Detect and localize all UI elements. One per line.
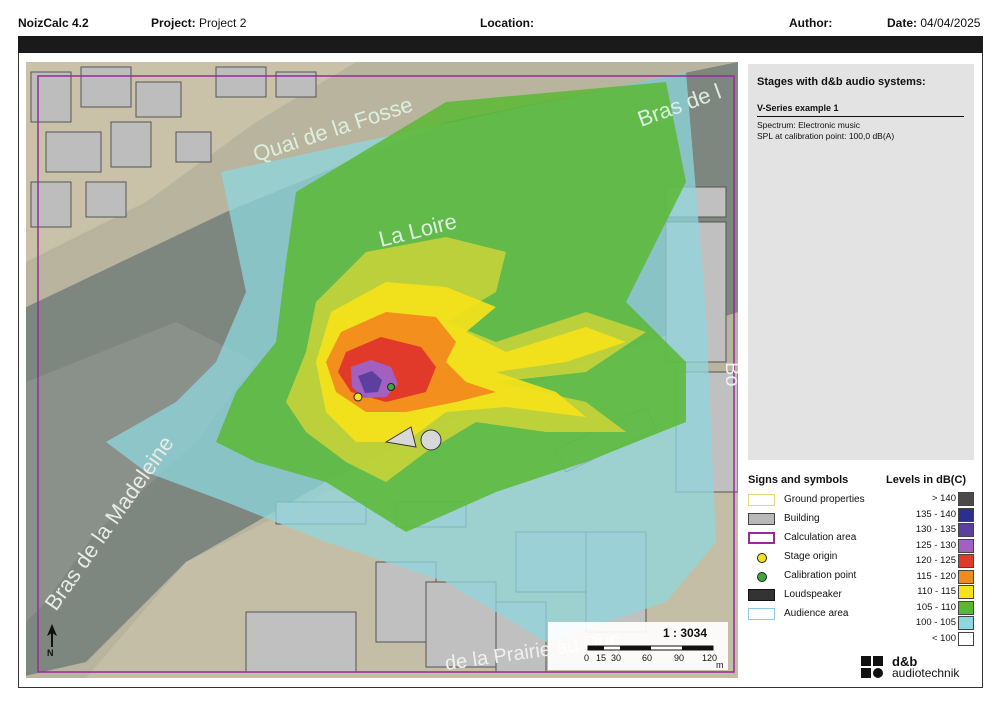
scale-tick: 120 (702, 653, 718, 663)
stage-origin-dot (748, 551, 775, 563)
building-symbol (748, 513, 775, 525)
legend-label: Ground properties (784, 494, 865, 505)
map-canvas: Quai de la Fosse La Loire Bras de la Mad… (26, 62, 738, 678)
signs-legend-title: Signs and symbols (748, 474, 849, 486)
north-arrow-icon: N (47, 624, 57, 658)
scale-tick: 90 (674, 653, 685, 663)
level-swatch (958, 569, 974, 584)
stage-origin-marker[interactable] (353, 392, 363, 402)
level-label: 105 - 110 (916, 601, 956, 613)
level-row: 125 - 130 (900, 538, 980, 553)
stage-spl: SPL at calibration point: 100,0 dB(A) (757, 131, 895, 141)
level-label: < 100 (931, 632, 956, 644)
level-label: 100 - 105 (915, 617, 956, 628)
legend-label: Loudspeaker (784, 589, 842, 600)
legend-label: Calibration point (784, 570, 857, 581)
level-swatch (958, 554, 974, 568)
level-swatch (958, 631, 974, 646)
legend-item-loudspeaker: Loudspeaker (748, 588, 888, 603)
author-field: Author: (789, 16, 833, 30)
legend-item-ground: Ground properties (748, 493, 888, 508)
project-field: Project: Project 2 (151, 16, 247, 30)
level-swatch (958, 538, 974, 553)
header-bar (18, 36, 983, 53)
legend-label: Audience area (784, 608, 849, 619)
scale-bar-graphic (587, 645, 714, 651)
legend-label: Calculation area (784, 532, 857, 543)
level-swatch (958, 600, 974, 615)
legend-label: Building (784, 513, 820, 524)
sound-map[interactable]: Quai de la Fosse La Loire Bras de la Mad… (26, 62, 738, 678)
level-row: 100 - 105 (900, 616, 980, 630)
db-logo-icon (861, 656, 883, 678)
stage-example-name[interactable]: V-Series example 1 (757, 103, 839, 113)
calibration-point-dot (748, 570, 775, 582)
level-swatch (958, 585, 974, 599)
level-row: 120 - 125 (900, 554, 980, 568)
legend-item-calibration: Calibration point (748, 569, 888, 584)
level-swatch (958, 492, 974, 506)
stage-spectrum: Spectrum: Electronic music (757, 120, 860, 130)
north-arrow: N (44, 622, 60, 658)
level-label: 115 - 120 (916, 570, 956, 582)
stage-divider (757, 116, 964, 117)
level-label: > 140 (931, 493, 956, 504)
location-field: Location: (480, 16, 534, 30)
level-swatch (958, 616, 974, 630)
round-structure (420, 429, 442, 451)
project-value: Project 2 (199, 16, 247, 30)
level-row: 105 - 110 (900, 600, 980, 615)
level-row: 135 - 140 (900, 507, 980, 522)
app-name: NoizCalc 4.2 (18, 16, 89, 30)
level-label: 130 - 135 (915, 524, 956, 535)
loudspeaker-symbol (748, 589, 775, 601)
level-label: 120 - 125 (915, 555, 956, 566)
legend-item-building: Building (748, 512, 888, 527)
level-row: 110 - 115 (900, 585, 980, 599)
stages-title: Stages with d&b audio systems: (757, 76, 926, 88)
audience-area-symbol (748, 608, 775, 620)
date-field: Date: 04/04/2025 (887, 16, 981, 30)
level-label: 135 - 140 (915, 508, 956, 520)
north-label: N (47, 648, 54, 658)
ground-properties-symbol (748, 494, 775, 506)
scale-tick: 60 (642, 653, 653, 663)
stages-panel: Stages with d&b audio systems: V-Series … (748, 64, 974, 460)
level-swatch (958, 507, 974, 522)
report-header: NoizCalc 4.2 Project: Project 2 Location… (18, 16, 983, 36)
level-row: 130 - 135 (900, 523, 980, 537)
calibration-point-marker[interactable] (387, 383, 395, 391)
logo-line2: audiotechnik (892, 666, 960, 680)
level-row: < 100 (900, 631, 980, 646)
level-row: > 140 (900, 492, 980, 506)
legend-item-calc-area: Calculation area (748, 531, 888, 546)
scale-tick: 30 (611, 653, 622, 663)
legend-item-stage-origin: Stage origin (748, 550, 888, 565)
level-label: 110 - 115 (917, 586, 956, 597)
scale-tick: 15 (596, 653, 607, 663)
db-logo: d&b audiotechnik (860, 654, 980, 680)
scale-tick: 0 (584, 653, 590, 663)
level-label: 125 - 130 (915, 539, 956, 551)
calculation-area-symbol (748, 532, 775, 544)
legend-item-audience: Audience area (748, 607, 888, 622)
label-side-bo: Bo (721, 362, 738, 386)
legend-label: Stage origin (784, 551, 838, 562)
level-swatch (958, 523, 974, 537)
level-row: 115 - 120 (900, 569, 980, 584)
date-value: 04/04/2025 (920, 16, 981, 30)
scale-unit: m (716, 660, 724, 670)
levels-legend-title: Levels in dB(C) (886, 474, 967, 486)
scale-bar: 1 : 3034 0 15 30 60 90 120 m (548, 622, 728, 670)
